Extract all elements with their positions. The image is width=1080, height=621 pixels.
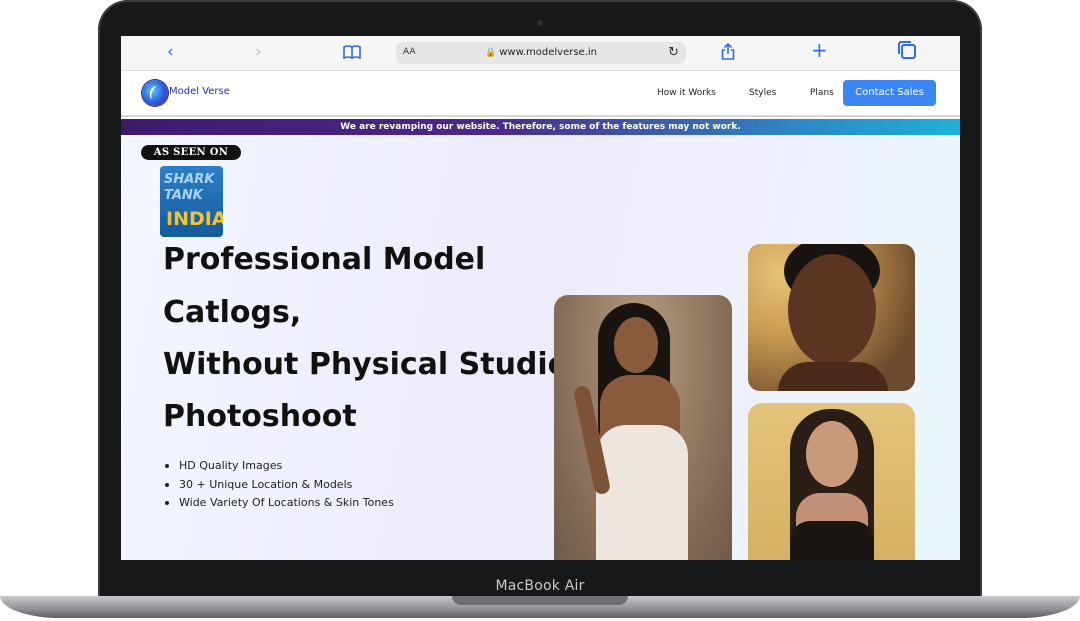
logo-line-1: SHARK (164, 172, 215, 187)
nav-how-it-works[interactable]: How it Works (657, 88, 716, 98)
reload-icon[interactable]: ↻ (668, 45, 679, 60)
lock-icon: 🔒 (485, 48, 497, 58)
headline-line-4: Photoshoot (163, 399, 357, 434)
model-photo-1 (554, 295, 732, 560)
feature-item: 30 + Unique Location & Models (165, 476, 394, 495)
contact-sales-button[interactable]: Contact Sales (843, 80, 936, 106)
nav-styles[interactable]: Styles (749, 88, 776, 98)
laptop-screen: ‹ › AA 🔒 www.modelverse.in ↻ + Model Vers… (121, 36, 960, 560)
bookmarks-icon[interactable] (343, 44, 361, 64)
brand-name[interactable]: Model Verse (169, 86, 230, 97)
feature-list: HD Quality Images 30 + Unique Location &… (165, 457, 394, 513)
model-photo-2 (748, 244, 915, 391)
book-icon (343, 45, 361, 60)
brand-logo-icon[interactable] (142, 80, 168, 106)
url-text: www.modelverse.in (499, 47, 597, 58)
address-bar[interactable]: AA 🔒 www.modelverse.in ↻ (396, 42, 686, 64)
browser-toolbar: ‹ › AA 🔒 www.modelverse.in ↻ + (121, 36, 960, 71)
back-arrow-icon[interactable]: ‹ (167, 42, 174, 62)
camera-icon (537, 20, 543, 26)
headline-line-3: Without Physical Studio (163, 347, 569, 382)
new-tab-icon[interactable]: + (811, 40, 828, 60)
site-header: Model Verse How it Works Styles Plans Co… (121, 71, 960, 117)
logo-line-2: TANK (164, 188, 203, 203)
share-icon[interactable] (721, 42, 735, 65)
tabs-overview-icon[interactable] (898, 41, 916, 64)
headline-line-1: Professional Model (163, 242, 486, 277)
headline-line-2: Catlogs, (163, 295, 302, 330)
share-glyph (721, 42, 735, 60)
shark-tank-india-logo: SHARK TANK INDIA (160, 166, 223, 237)
as-seen-on-badge: AS SEEN ON (141, 145, 241, 160)
logo-line-3: INDIA (166, 208, 223, 230)
feature-item: HD Quality Images (165, 457, 394, 476)
url-display: 🔒 www.modelverse.in (396, 47, 686, 58)
model-photo-3 (748, 403, 915, 560)
laptop-hinge-notch (452, 596, 628, 605)
feature-item: Wide Variety Of Locations & Skin Tones (165, 494, 394, 513)
hero-section: AS SEEN ON SHARK TANK INDIA Professional… (121, 135, 960, 560)
forward-arrow-icon[interactable]: › (255, 42, 262, 62)
announcement-banner: We are revamping our website. Therefore,… (121, 119, 960, 135)
device-label: MacBook Air (495, 578, 585, 594)
nav-plans[interactable]: Plans (810, 88, 834, 98)
